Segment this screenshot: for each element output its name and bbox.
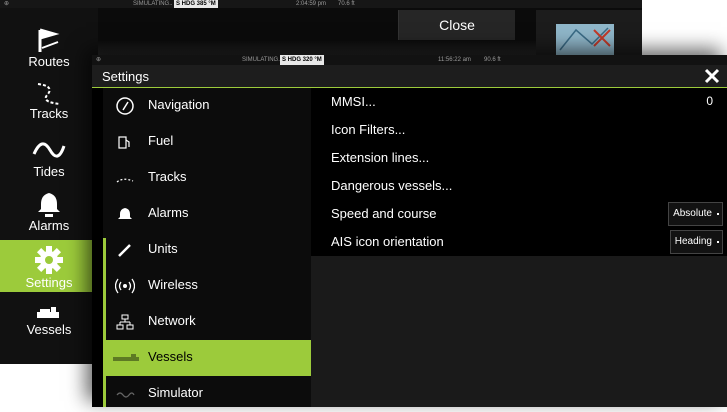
menu-item-label: Navigation <box>148 97 210 112</box>
menu-item-label: Units <box>148 241 178 256</box>
sidebar-item-routes[interactable]: Routes <box>0 20 98 72</box>
gear-icon <box>35 246 63 274</box>
option-extension-lines[interactable]: Extension lines... <box>311 144 727 172</box>
settings-menu: Navigation Fuel Tracks Alarms Units Wire… <box>103 88 311 407</box>
sidebar-item-alarms[interactable]: Alarms <box>0 186 98 238</box>
option-label: AIS icon orientation <box>331 234 444 249</box>
close-icon[interactable] <box>703 67 721 85</box>
fuel-icon <box>118 136 130 149</box>
menu-item-fuel[interactable]: Fuel <box>103 124 311 160</box>
sidebar-item-label: Tides <box>33 164 65 179</box>
option-label: Speed and course <box>331 206 437 221</box>
compass-icon <box>116 97 134 115</box>
status-time: 11:56:22 am <box>438 57 471 63</box>
option-ais-icon-orientation: AIS icon orientation Heading <box>311 228 727 256</box>
globe-icon: ⊕ <box>96 57 102 63</box>
ais-orientation-dropdown[interactable]: Heading <box>669 230 723 254</box>
menu-item-units[interactable]: Units <box>103 232 311 268</box>
vessel-icon <box>113 354 139 361</box>
sidebar-item-label: Settings <box>25 275 73 290</box>
sidebar-item-tides[interactable]: Tides <box>0 130 98 182</box>
bell-icon <box>38 193 60 217</box>
status-simulating: SIMULATING.. <box>133 1 173 7</box>
option-label: Icon Filters... <box>331 122 406 137</box>
bell-icon <box>118 208 132 219</box>
status-depth: 90.6 ft <box>484 57 501 63</box>
sidebar-item-label: Alarms <box>28 218 70 233</box>
vessels-settings-panel: MMSI... 0 Icon Filters... Extension line… <box>311 88 727 407</box>
menu-item-vessels[interactable]: Vessels <box>103 340 311 376</box>
units-icon <box>118 244 131 257</box>
settings-dialog: ⊕ SIMULATING.. S HDG 320 °M 11:56:22 am … <box>92 55 727 407</box>
sidebar-item-settings[interactable]: Settings <box>0 240 98 292</box>
menu-item-network[interactable]: Network <box>103 304 311 340</box>
menu-item-label: Tracks <box>148 169 187 184</box>
sidebar-item-label: Vessels <box>26 322 72 337</box>
wireless-icon <box>115 278 135 294</box>
background-status-bar: ⊕ SIMULATING.. S HDG 385 °M 2:04:59 pm 7… <box>0 0 642 8</box>
menu-item-label: Simulator <box>148 385 203 400</box>
status-heading: S HDG 320 °M <box>280 55 324 65</box>
status-simulating: SIMULATING.. <box>242 57 282 63</box>
menu-item-navigation[interactable]: Navigation <box>103 88 311 124</box>
menu-item-label: Alarms <box>148 205 189 220</box>
status-heading: S HDG 385 °M <box>174 0 218 8</box>
sidebar-item-label: Tracks <box>29 106 69 121</box>
mmsi-value: 0 <box>706 94 713 108</box>
option-dangerous-vessels[interactable]: Dangerous vessels... <box>311 172 727 200</box>
menu-item-label: Network <box>148 313 196 328</box>
tracks-icon <box>116 178 134 183</box>
close-button[interactable]: Close <box>398 10 515 40</box>
dialog-title: Settings <box>102 69 149 84</box>
option-mmsi[interactable]: MMSI... 0 <box>311 88 727 116</box>
sidebar-item-label: Routes <box>28 54 70 69</box>
option-speed-and-course: Speed and course Absolute <box>311 200 727 228</box>
option-icon-filters[interactable]: Icon Filters... <box>311 116 727 144</box>
tides-icon <box>32 142 66 158</box>
tracks-icon <box>37 83 61 105</box>
sidebar-item-vessels[interactable]: Vessels <box>0 300 98 352</box>
speed-course-dropdown[interactable]: Absolute <box>668 202 723 226</box>
option-label: Extension lines... <box>331 150 430 165</box>
menu-item-label: Wireless <box>148 277 198 292</box>
status-depth: 70.6 ft <box>338 1 355 7</box>
simulator-icon <box>116 392 135 398</box>
sidebar-item-tracks[interactable]: Tracks <box>0 76 98 128</box>
status-time: 2:04:59 pm <box>296 1 327 7</box>
menu-item-tracks[interactable]: Tracks <box>103 160 311 196</box>
menu-item-label: Fuel <box>148 133 174 148</box>
globe-icon: ⊕ <box>4 1 10 7</box>
dialog-status-bar: ⊕ SIMULATING.. S HDG 320 °M 11:56:22 am … <box>92 55 727 65</box>
vessel-icon <box>37 307 59 318</box>
network-icon <box>116 314 134 330</box>
menu-item-wireless[interactable]: Wireless <box>103 268 311 304</box>
menu-item-alarms[interactable]: Alarms <box>103 196 311 232</box>
dialog-title-bar: Settings <box>92 65 727 88</box>
option-label: Dangerous vessels... <box>331 178 453 193</box>
route-icon <box>38 28 60 52</box>
menu-item-label: Vessels <box>148 349 193 364</box>
background-sidebar: Routes Tracks Tides Alarms Settings Vess… <box>0 8 98 364</box>
option-label: MMSI... <box>331 94 376 109</box>
